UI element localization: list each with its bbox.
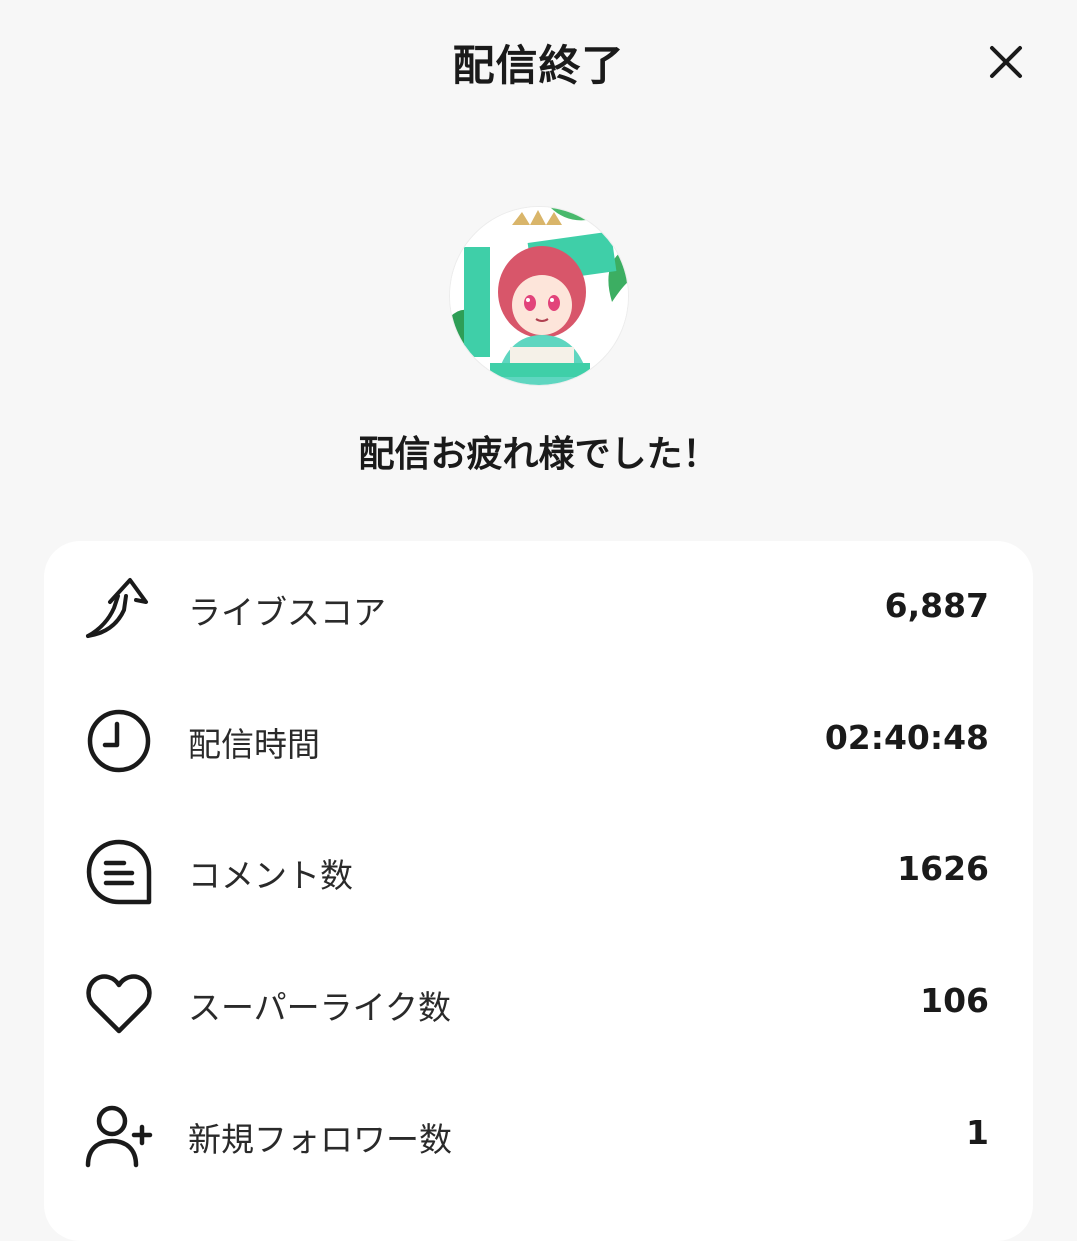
- clock-icon: [84, 706, 154, 776]
- stat-label: ライブスコア: [188, 593, 386, 632]
- stat-row-comments: コメント数 1626: [44, 819, 1033, 919]
- stat-value: 106: [920, 981, 989, 1020]
- trending-arrow-icon: [84, 574, 154, 644]
- stat-label: スーパーライク数: [188, 988, 452, 1027]
- stat-label: コメント数: [188, 856, 353, 895]
- add-user-icon: [84, 1101, 154, 1171]
- stat-row-live-score: ライブスコア 6,887: [44, 556, 1033, 656]
- stat-row-super-likes: スーパーライク数 106: [44, 951, 1033, 1051]
- stream-thumbnail-avatar: [450, 207, 628, 385]
- stat-label: 新規フォロワー数: [188, 1120, 452, 1159]
- stat-row-duration: 配信時間 02:40:48: [44, 688, 1033, 788]
- end-message: 配信お疲れ様でした！: [358, 434, 719, 475]
- stat-value: 1626: [897, 849, 989, 888]
- stat-value: 1: [966, 1113, 989, 1152]
- page-title: 配信終了: [452, 41, 625, 90]
- comment-icon: [84, 837, 154, 907]
- stat-label: 配信時間: [188, 725, 320, 764]
- close-icon: [990, 46, 1022, 78]
- avatar: [450, 207, 628, 385]
- stat-row-new-followers: 新規フォロワー数 1: [44, 1083, 1033, 1183]
- stats-card: ライブスコア 6,887 配信時間 02:40:48 コメント数 1626 スー…: [44, 541, 1033, 1241]
- stat-value: 02:40:48: [824, 718, 989, 757]
- heart-icon: [84, 969, 154, 1039]
- stat-value: 6,887: [884, 586, 989, 625]
- header: 配信終了: [0, 0, 1077, 125]
- close-button[interactable]: [978, 34, 1034, 90]
